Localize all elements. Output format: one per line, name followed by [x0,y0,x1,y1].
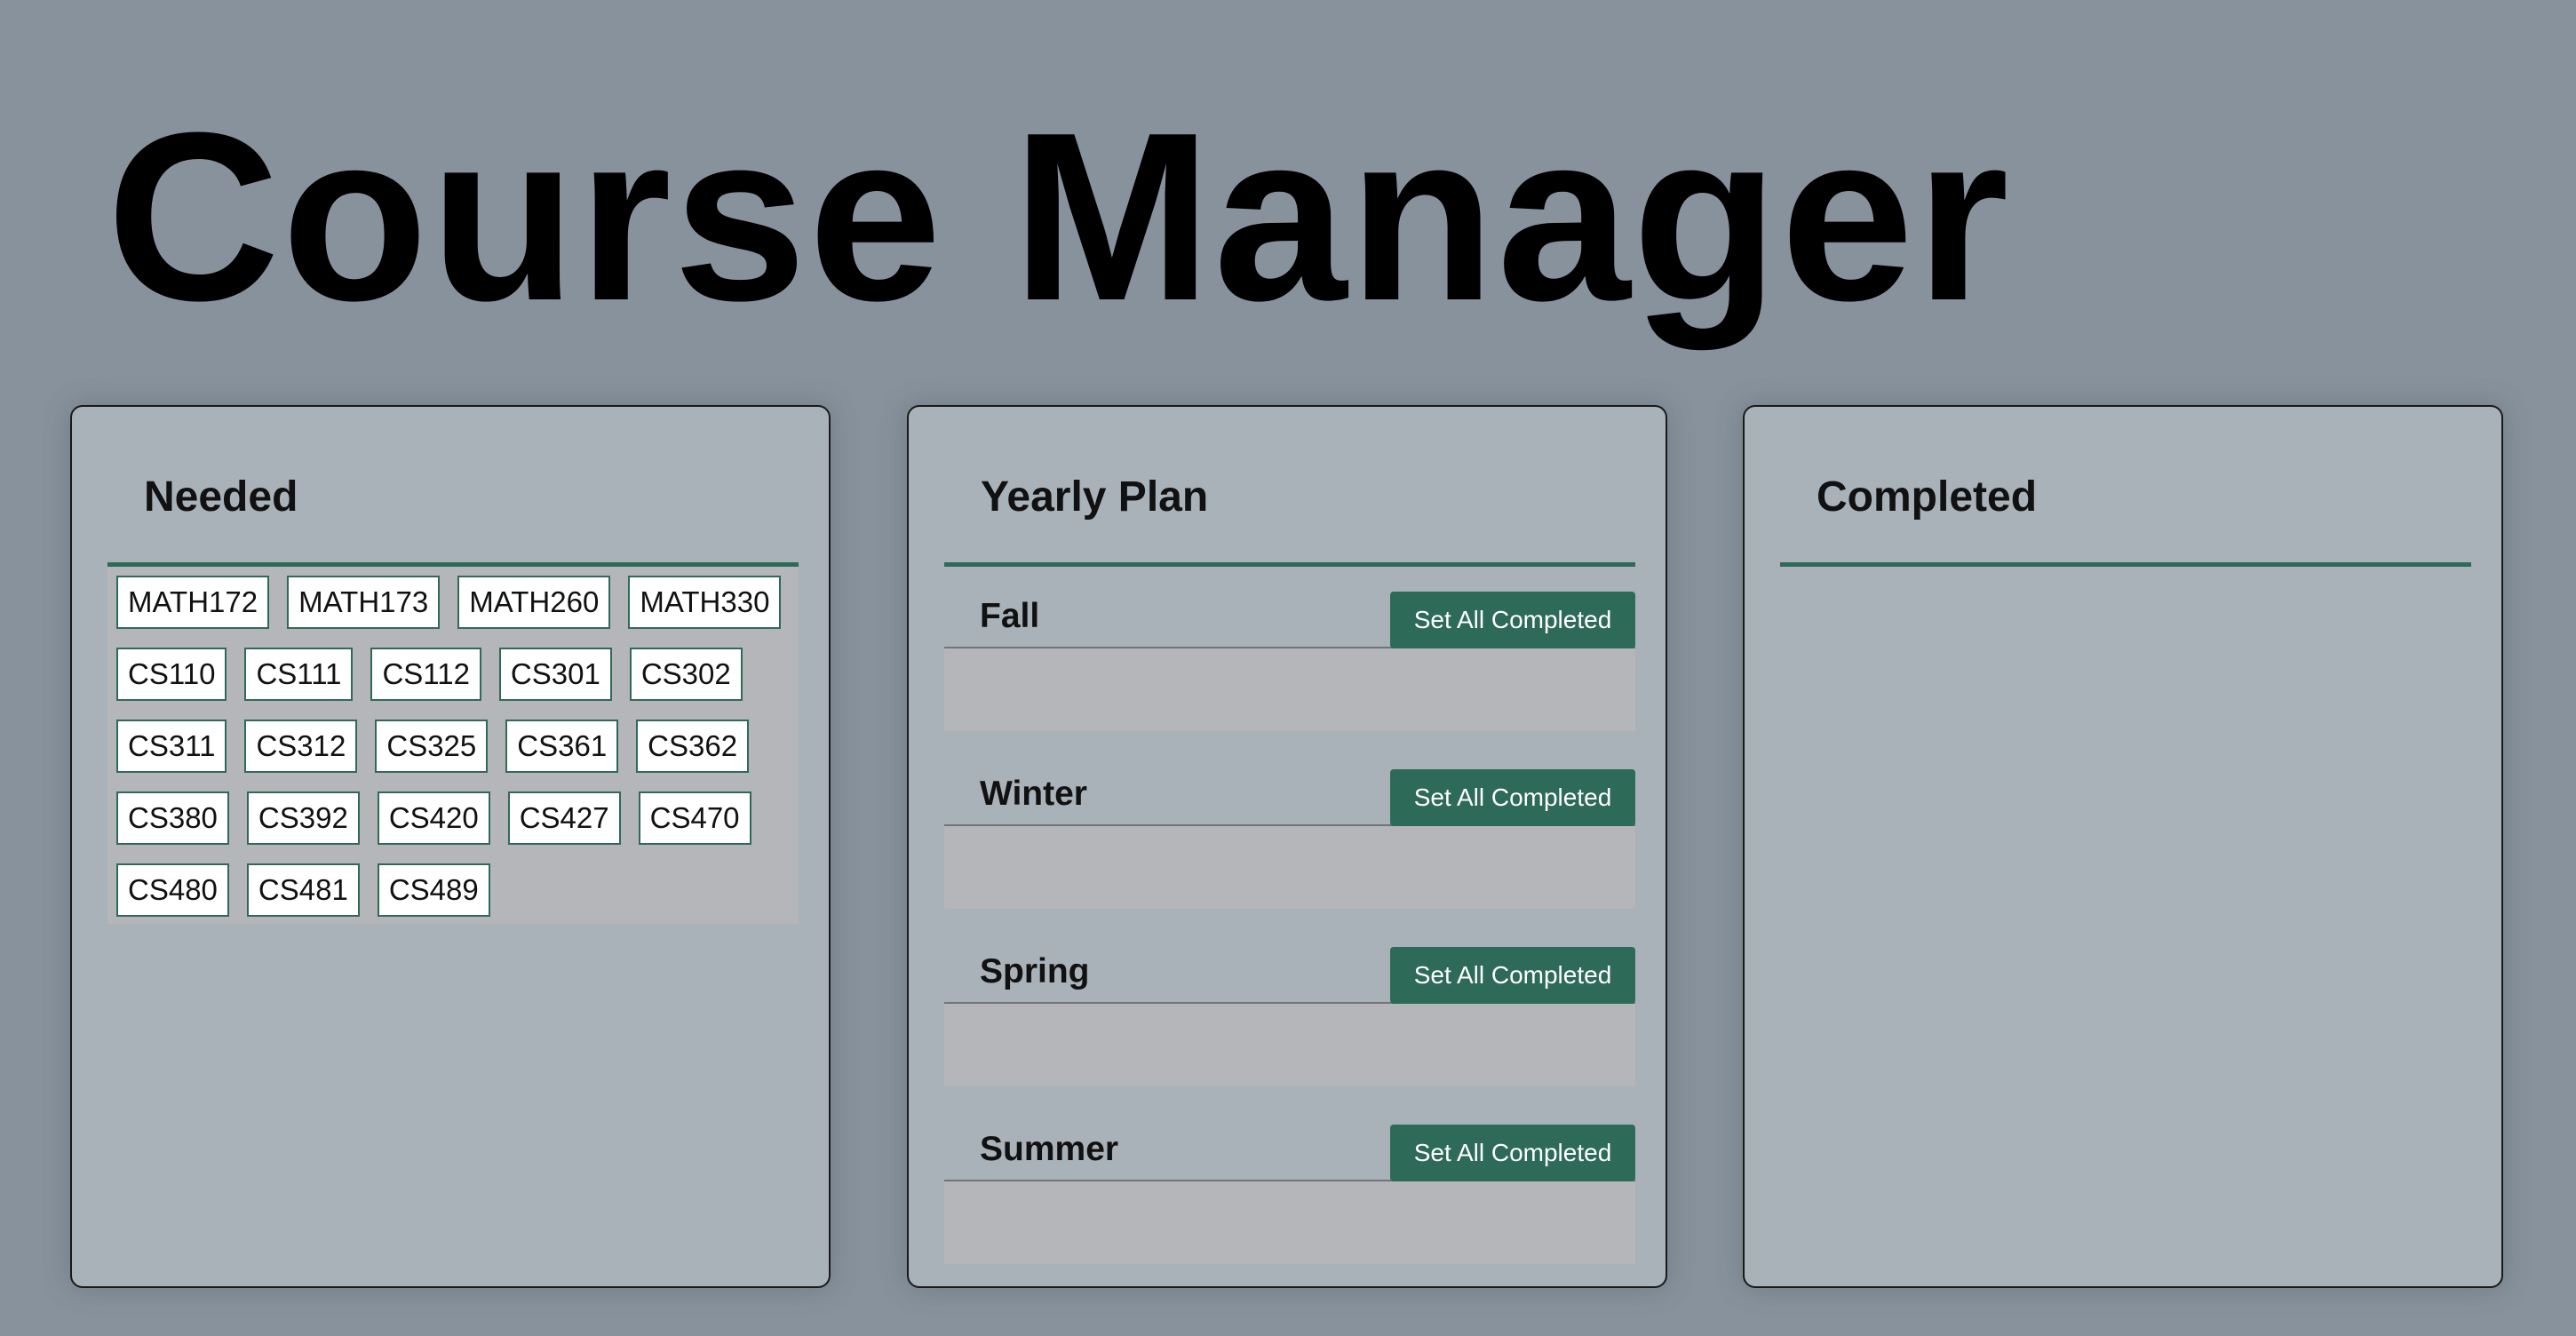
course-row: CS380 CS392 CS420 CS427 CS470 [116,791,799,845]
term-header: Fall Set All Completed [944,584,1635,648]
set-all-completed-spring-button[interactable]: Set All Completed [1390,947,1635,1004]
course-chip[interactable]: CS111 [244,648,354,701]
term-header: Winter Set All Completed [944,762,1635,826]
course-row: CS480 CS481 CS489 [116,863,799,917]
term-drop-zone-summer[interactable] [944,1181,1635,1264]
term-winter: Winter Set All Completed [944,762,1635,909]
course-chip[interactable]: CS489 [377,863,490,917]
course-chip[interactable]: CS481 [246,863,360,917]
course-row: CS110 CS111 CS112 CS301 CS302 [116,648,799,701]
course-chip[interactable]: CS311 [116,720,227,773]
course-chip[interactable]: CS312 [244,720,358,773]
course-chip[interactable]: CS325 [375,720,489,773]
completed-divider [1780,562,2471,567]
course-row: MATH172 MATH173 MATH260 MATH330 [116,576,799,629]
term-drop-zone-fall[interactable] [944,648,1635,731]
needed-course-list[interactable]: MATH172 MATH173 MATH260 MATH330 CS110 CS111 CS… [107,567,799,924]
term-header: Summer Set All Completed [944,1117,1635,1181]
set-all-completed-fall-button[interactable]: Set All Completed [1390,592,1635,648]
course-chip[interactable]: CS380 [116,791,229,845]
course-chip[interactable]: CS361 [505,720,619,773]
yearly-plan-panel: Yearly Plan Fall Set All Completed Winte… [907,405,1667,1288]
needed-heading: Needed [144,473,298,521]
page-title: Course Manager [107,84,2011,351]
course-chip[interactable]: MATH260 [457,576,611,629]
term-fall: Fall Set All Completed [944,584,1635,731]
course-chip[interactable]: CS110 [116,648,227,701]
course-chip[interactable]: MATH172 [116,576,270,629]
completed-panel: Completed [1743,405,2503,1288]
course-chip[interactable]: CS112 [370,648,481,701]
set-all-completed-winter-button[interactable]: Set All Completed [1390,769,1635,826]
course-chip[interactable]: CS420 [377,791,490,845]
course-chip[interactable]: CS480 [116,863,229,917]
set-all-completed-summer-button[interactable]: Set All Completed [1390,1125,1635,1181]
completed-heading: Completed [1817,473,2038,521]
term-label-summer: Summer [980,1130,1119,1168]
yearly-plan-divider [944,562,1635,567]
course-chip[interactable]: MATH173 [287,576,441,629]
course-chip[interactable]: MATH330 [628,576,782,629]
course-chip[interactable]: CS302 [629,648,743,701]
course-chip[interactable]: CS392 [246,791,360,845]
term-header: Spring Set All Completed [944,940,1635,1004]
term-drop-zone-winter[interactable] [944,826,1635,909]
term-summer: Summer Set All Completed [944,1117,1635,1264]
term-drop-zone-spring[interactable] [944,1004,1635,1086]
term-label-fall: Fall [980,597,1040,635]
term-label-winter: Winter [980,775,1087,813]
course-chip[interactable]: CS362 [636,720,750,773]
course-chip[interactable]: CS427 [507,791,621,845]
course-row: CS311 CS312 CS325 CS361 CS362 [116,720,799,773]
term-spring: Spring Set All Completed [944,940,1635,1086]
yearly-plan-heading: Yearly Plan [981,473,1209,521]
needed-panel: Needed MATH172 MATH173 MATH260 MATH330 CS110… [70,405,831,1288]
term-label-spring: Spring [980,952,1090,990]
course-chip[interactable]: CS470 [638,791,751,845]
course-chip[interactable]: CS301 [498,648,612,701]
